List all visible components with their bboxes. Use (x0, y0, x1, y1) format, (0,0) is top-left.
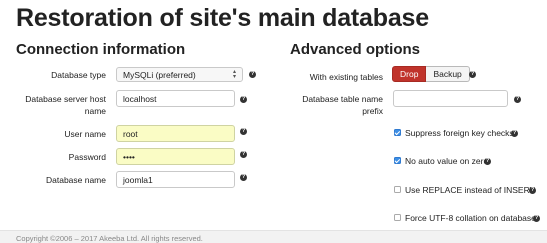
db-type-select[interactable]: MySQLi (preferred) ▴ ▾ (116, 67, 243, 82)
no-auto-value-help-icon[interactable]: ? (484, 158, 491, 165)
force-utf8-label: Force UTF-8 collation on database (405, 213, 536, 223)
backup-button[interactable]: Backup (426, 66, 470, 82)
copyright-text: Copyright ©2006 – 2017 Akeeba Ltd. All r… (16, 234, 203, 243)
force-utf8-checkbox[interactable] (394, 214, 401, 221)
drop-button[interactable]: Drop (392, 66, 427, 82)
existing-tables-toggle: Drop Backup (392, 66, 470, 82)
host-input[interactable]: localhost (116, 90, 235, 107)
suppress-fk-label: Suppress foreign key checks (405, 128, 514, 138)
use-replace-label: Use REPLACE instead of INSERT (405, 185, 535, 195)
advanced-heading: Advanced options (290, 41, 421, 58)
existing-tables-label: With existing tables (309, 72, 383, 82)
db-name-input[interactable]: joomla1 (116, 171, 235, 188)
existing-tables-help-icon[interactable]: ? (469, 71, 476, 78)
suppress-fk-checkbox[interactable] (394, 129, 401, 136)
connection-heading: Connection information (16, 41, 186, 58)
prefix-label: Database table name prefix (302, 94, 383, 116)
suppress-fk-help-icon[interactable]: ? (511, 130, 518, 137)
select-arrows-icon: ▴ ▾ (232, 68, 236, 80)
db-type-label: Database type (51, 70, 106, 80)
footer: Copyright ©2006 – 2017 Akeeba Ltd. All r… (0, 230, 547, 243)
password-input[interactable]: •••• (116, 148, 235, 165)
user-input[interactable]: root (116, 125, 235, 142)
use-replace-help-icon[interactable]: ? (529, 187, 536, 194)
use-replace-checkbox[interactable] (394, 186, 401, 193)
db-type-help-icon[interactable]: ? (249, 71, 256, 78)
prefix-input[interactable] (393, 90, 508, 107)
host-label: Database server host name (25, 94, 106, 116)
db-name-help-icon[interactable]: ? (240, 174, 247, 181)
prefix-help-icon[interactable]: ? (514, 96, 521, 103)
password-label: Password (68, 152, 106, 162)
no-auto-value-checkbox[interactable] (394, 157, 401, 164)
page-title: Restoration of site's main database (16, 4, 429, 32)
db-type-value: MySQLi (preferred) (123, 69, 196, 80)
force-utf8-help-icon[interactable]: ? (533, 215, 540, 222)
host-help-icon[interactable]: ? (240, 96, 247, 103)
db-name-label: Database name (45, 175, 106, 185)
no-auto-value-label: No auto value on zero (405, 156, 489, 166)
user-help-icon[interactable]: ? (240, 128, 247, 135)
password-help-icon[interactable]: ? (240, 151, 247, 158)
user-label: User name (64, 129, 106, 139)
